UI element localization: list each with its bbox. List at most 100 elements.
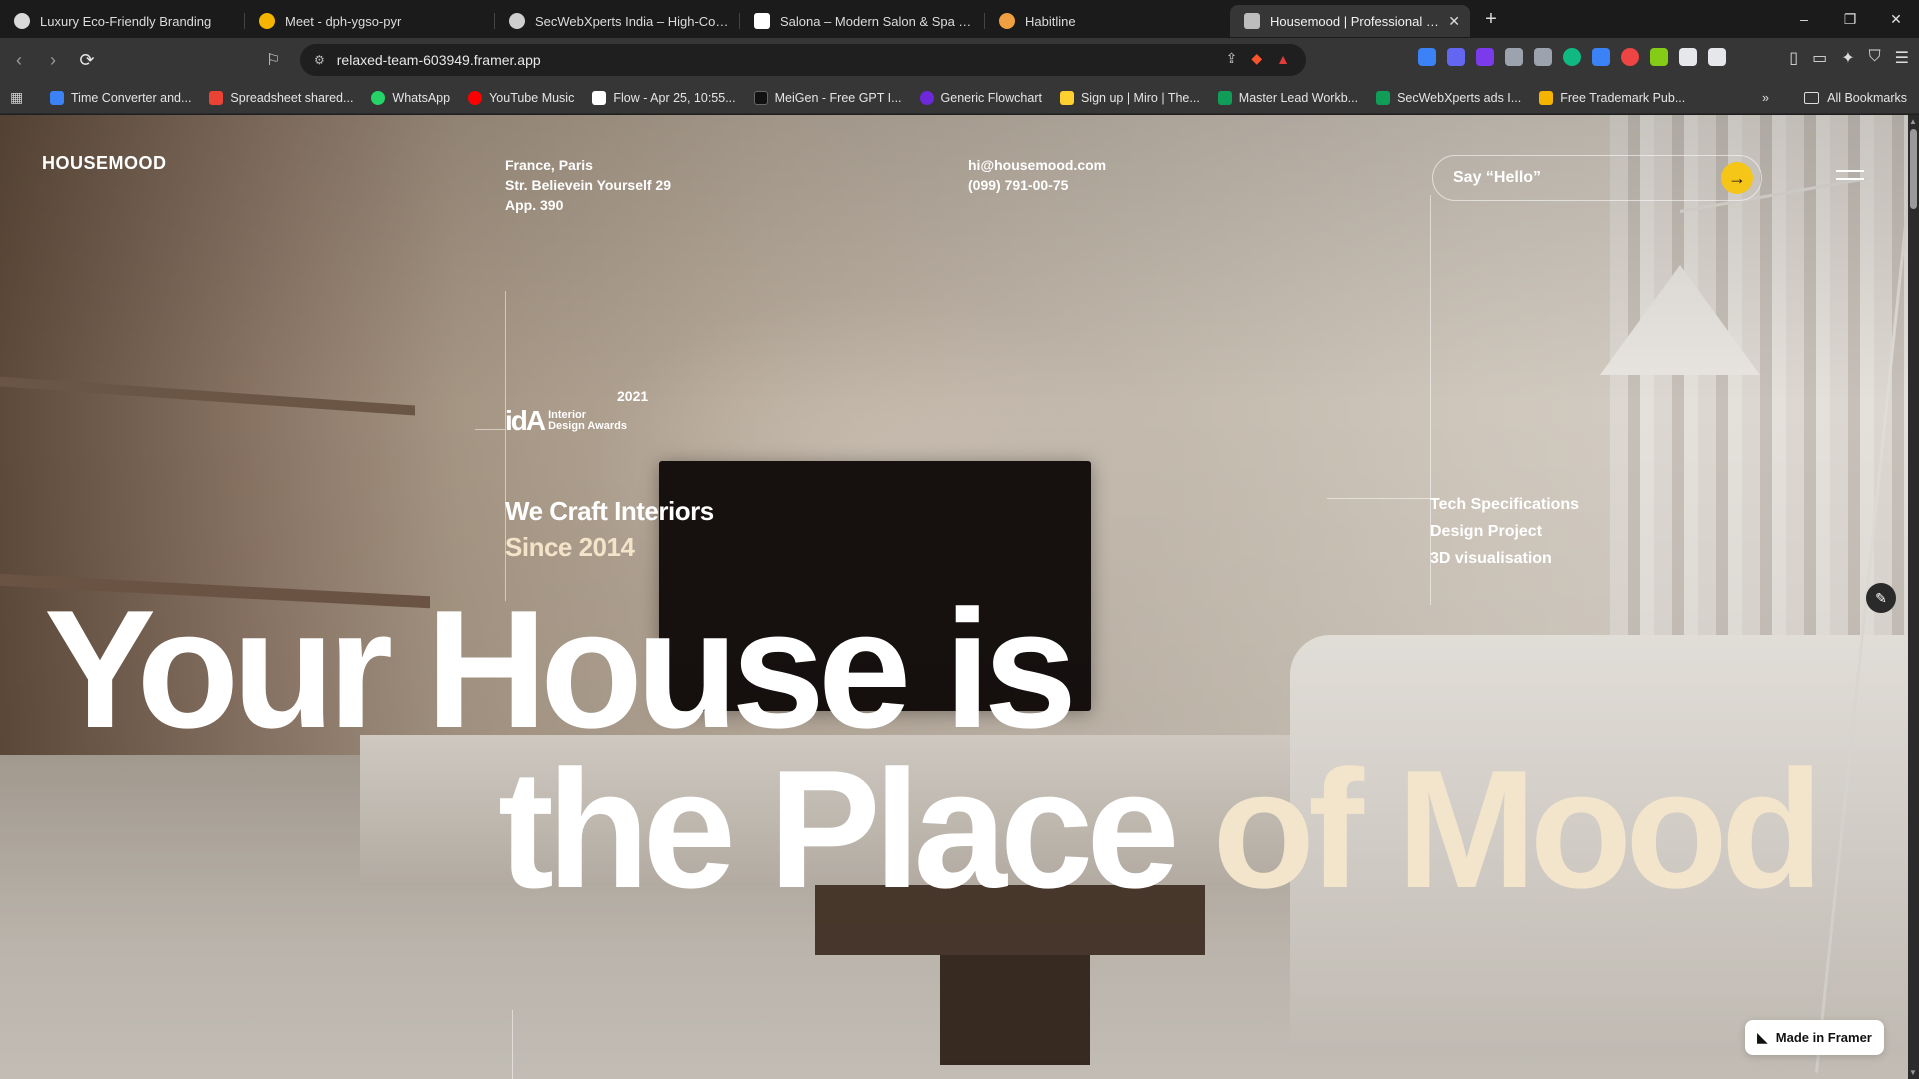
url-text: relaxed-team-603949.framer.app	[336, 52, 541, 68]
scroll-down-icon[interactable]: ▼	[1909, 1068, 1917, 1077]
address-block: France, Paris Str. Believein Yourself 29…	[505, 155, 671, 215]
framer-badge-label: Made in Framer	[1775, 1030, 1872, 1045]
bookmark-item[interactable]: Flow - Apr 25, 10:55...	[592, 90, 736, 105]
bookmark-icon[interactable]: ⚐	[266, 50, 280, 70]
bookmark-item[interactable]: Time Converter and...	[50, 90, 191, 105]
minimize-button[interactable]: –	[1781, 0, 1827, 38]
say-hello-button[interactable]: Say “Hello” →	[1432, 155, 1762, 201]
close-window-button[interactable]: ✕	[1873, 0, 1919, 38]
tab-favicon	[1244, 13, 1260, 29]
bookmark-item[interactable]: Spreadsheet shared...	[209, 90, 353, 105]
close-tab-icon[interactable]: ✕	[1448, 13, 1460, 30]
leo-ai-icon[interactable]: ✦	[1841, 48, 1854, 68]
services-list: Tech Specifications Design Project 3D vi…	[1430, 491, 1579, 572]
brave-rewards-icon[interactable]: ▲	[1276, 51, 1290, 67]
divider-line	[512, 1010, 513, 1079]
tab-favicon	[509, 13, 525, 29]
brave-shield-icon[interactable]: ◆	[1251, 50, 1262, 67]
extension-icon[interactable]	[1592, 48, 1610, 66]
edit-pencil-icon[interactable]: ✎	[1866, 583, 1896, 613]
made-in-framer-badge[interactable]: ◣ Made in Framer	[1745, 1020, 1884, 1055]
bookmark-item[interactable]: WhatsApp	[371, 90, 450, 105]
address-bar[interactable]: ⚙ relaxed-team-603949.framer.app ⇪ ◆ ▲	[300, 44, 1306, 76]
extension-icon[interactable]	[1563, 48, 1581, 66]
all-bookmarks-button[interactable]: All Bookmarks	[1804, 91, 1907, 105]
bookmark-item[interactable]: SecWebXperts ads I...	[1376, 90, 1521, 105]
extension-icon[interactable]	[1650, 48, 1668, 66]
tagline-line-1: We Craft Interiors	[505, 496, 714, 526]
bookmark-item[interactable]: YouTube Music	[468, 90, 574, 105]
new-tab-button[interactable]: +	[1476, 8, 1506, 31]
award-badge: idA Interior Design Awards	[505, 405, 627, 437]
divider-line	[1327, 498, 1430, 499]
scroll-up-icon[interactable]: ▲	[1909, 117, 1917, 126]
service-link[interactable]: 3D visualisation	[1430, 545, 1579, 572]
vpn-icon[interactable]: ⛉	[1869, 48, 1881, 68]
divider-line	[475, 429, 505, 430]
tab-title: Meet - dph-ygso-pyr	[285, 13, 402, 29]
omnibox-actions: ⇪ ◆ ▲	[1226, 50, 1290, 67]
folder-icon	[1804, 91, 1820, 104]
address-line: App. 390	[505, 197, 564, 213]
page-scrollbar[interactable]: ▲ ▼	[1908, 115, 1919, 1079]
bookmark-item[interactable]: MeiGen - Free GPT I...	[753, 90, 902, 105]
tab-favicon	[999, 13, 1015, 29]
browser-tab[interactable]: Habitline	[985, 5, 1230, 37]
restore-button[interactable]: ❐	[1827, 0, 1873, 38]
framer-logo-icon: ◣	[1757, 1029, 1768, 1045]
extension-icon[interactable]	[1476, 48, 1494, 66]
meet-icon	[259, 13, 275, 29]
extension-icon[interactable]	[1418, 48, 1436, 66]
service-link[interactable]: Design Project	[1430, 518, 1579, 545]
email-link[interactable]: hi@housemood.com	[968, 155, 1106, 175]
tab-favicon	[14, 13, 30, 29]
forward-icon[interactable]: ›	[38, 45, 68, 75]
hamburger-menu-icon[interactable]	[1836, 170, 1864, 184]
browser-tab[interactable]: Luxury Eco-Friendly Branding	[0, 5, 245, 37]
tab-favicon	[754, 13, 770, 29]
screenshot-icon[interactable]	[1708, 48, 1726, 66]
site-logo[interactable]: HOUSEMOOD	[42, 153, 167, 174]
shield-extension-icon[interactable]	[1534, 48, 1552, 66]
browser-tab[interactable]: SecWebXperts India – High-Converting	[495, 5, 740, 37]
tagline: We Craft Interiors Since 2014	[505, 493, 714, 565]
site-info-icon[interactable]: ⚙	[314, 53, 325, 67]
say-hello-label: Say “Hello”	[1453, 169, 1542, 186]
arrow-right-icon[interactable]: →	[1721, 162, 1753, 194]
extension-icon[interactable]	[1505, 48, 1523, 66]
hero-heading-line-1: Your House is	[44, 575, 1077, 763]
address-line: France, Paris	[505, 157, 593, 173]
reload-icon[interactable]: ⟳	[72, 45, 102, 75]
hero-heading-accent: of Mood	[1212, 735, 1823, 923]
hero-heading-text: the Place	[498, 735, 1213, 923]
hero-section: HOUSEMOOD France, Paris Str. Believein Y…	[0, 115, 1908, 1079]
extension-icon[interactable]	[1621, 48, 1639, 66]
service-link[interactable]: Tech Specifications	[1430, 491, 1579, 518]
back-icon[interactable]: ‹	[4, 45, 34, 75]
apps-grid-icon[interactable]: ▦	[10, 89, 28, 107]
sidebar-icon[interactable]: ▯	[1789, 48, 1798, 68]
tab-title: Salona – Modern Salon & Spa Template	[780, 13, 975, 29]
browser-tab[interactable]: Meet - dph-ygso-pyr	[245, 5, 495, 37]
toolbar-right-actions: ▯ ▭ ✦ ⛉ ☰	[1789, 48, 1909, 68]
puzzle-extensions-icon[interactable]	[1679, 48, 1697, 66]
wallet-icon[interactable]: ▭	[1812, 48, 1827, 68]
tagline-line-2: Since 2014	[505, 532, 635, 562]
menu-icon[interactable]: ☰	[1895, 48, 1909, 68]
browser-tab-active[interactable]: Housemood | Professional Interior ✕	[1230, 5, 1470, 37]
translate-extension-icon[interactable]	[1447, 48, 1465, 66]
scrollbar-thumb[interactable]	[1910, 129, 1917, 209]
bookmark-item[interactable]: Generic Flowchart	[919, 90, 1042, 105]
more-bookmarks-icon[interactable]: »	[1762, 91, 1769, 105]
bookmark-item[interactable]: Sign up | Miro | The...	[1059, 90, 1200, 105]
share-icon[interactable]: ⇪	[1226, 50, 1238, 67]
extensions-row	[1418, 48, 1726, 66]
bookmark-item[interactable]: Free Trademark Pub...	[1539, 90, 1685, 105]
tab-title: Housemood | Professional Interior	[1270, 13, 1441, 29]
bookmark-item[interactable]: Master Lead Workb...	[1217, 90, 1358, 105]
phone-link[interactable]: (099) 791-00-75	[968, 175, 1106, 195]
contact-block: hi@housemood.com (099) 791-00-75	[968, 155, 1106, 195]
bookmarks-bar: ▦ Time Converter and... Spreadsheet shar…	[0, 82, 1919, 114]
browser-tab[interactable]: Salona – Modern Salon & Spa Template	[740, 5, 985, 37]
tab-title: Luxury Eco-Friendly Branding	[40, 13, 212, 29]
